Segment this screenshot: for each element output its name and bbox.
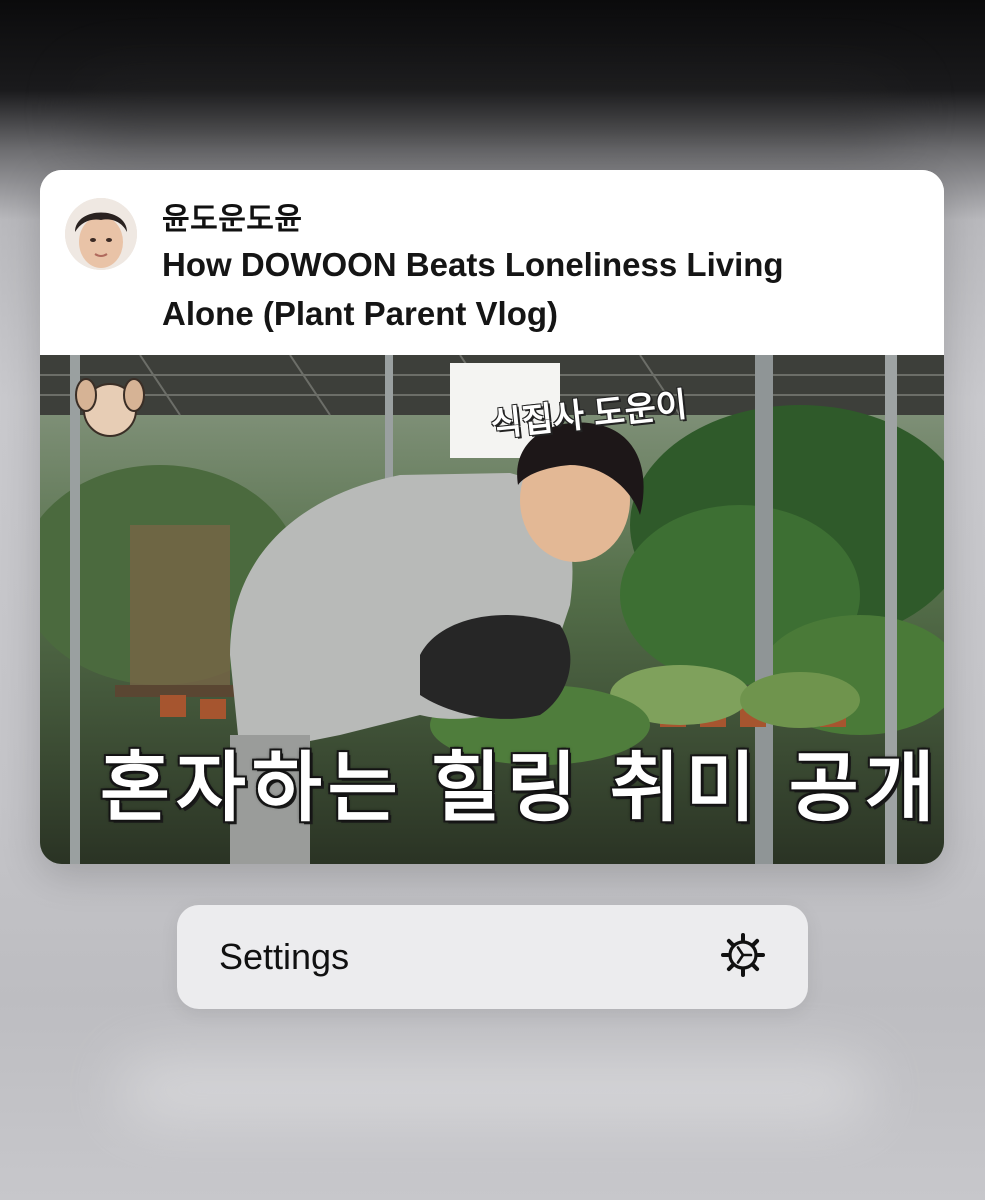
video-thumbnail[interactable]: 식집사 도운이 혼자하는 힐링 취미 공개 xyxy=(40,355,944,864)
video-preview-card[interactable]: 윤도운도윤 How DOWOON Beats Loneliness Living… xyxy=(40,170,944,864)
settings-menu-item[interactable]: Settings xyxy=(177,905,808,1009)
gear-icon xyxy=(720,932,766,983)
settings-label: Settings xyxy=(219,936,350,977)
thumbnail-caption: 혼자하는 힐링 취미 공개 xyxy=(100,746,941,831)
preview-header: 윤도운도윤 How DOWOON Beats Loneliness Living… xyxy=(40,170,944,355)
channel-avatar xyxy=(65,198,137,270)
video-title: How DOWOON Beats Loneliness Living Alone… xyxy=(162,246,784,332)
channel-name: 윤도운도윤 xyxy=(162,203,303,236)
